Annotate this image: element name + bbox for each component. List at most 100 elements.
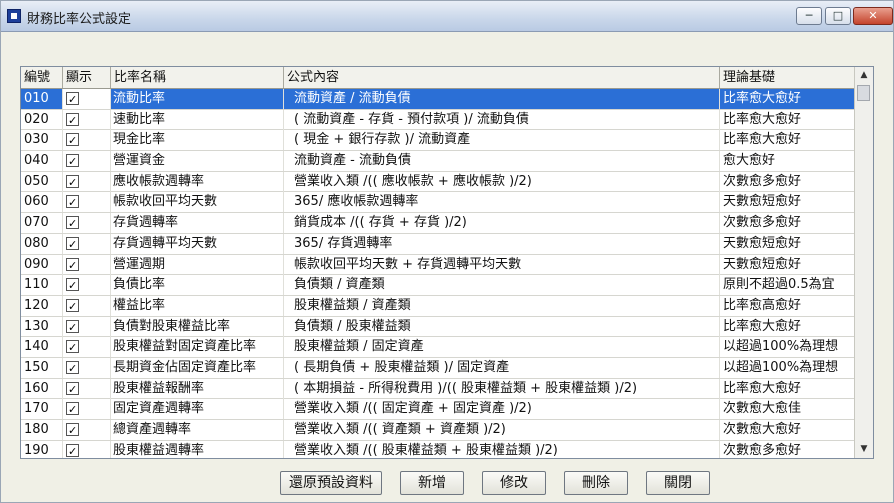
ratio-basis: 天數愈短愈好 [723,194,802,210]
show-checkbox[interactable] [66,90,79,109]
show-checkbox[interactable] [66,276,79,295]
ratio-formula: ( 長期負債 + 股東權益類 )/ 固定資產 [284,357,720,378]
header-formula[interactable]: 公式內容 [284,67,720,88]
title-bar[interactable]: 財務比率公式設定 ─ □ ✕ [1,1,893,32]
ratio-formula: 365/ 應收帳款週轉率 [284,192,720,213]
row-show-cell [63,192,111,213]
ratio-formula: 股東權益類 / 固定資產 [284,337,720,358]
table-row[interactable]: 120 權益比率股東權益類 / 資產類比率愈高愈好 [21,295,855,317]
ratio-name: 存貨週轉平均天數 [111,233,284,254]
ratio-name: 負債對股東權益比率 [111,316,284,337]
show-checkbox[interactable] [66,318,79,337]
row-number: 170 [21,399,63,420]
show-checkbox[interactable] [66,400,79,419]
button-bar: 還原預設資料 新增 修改 刪除 關閉 [1,471,894,497]
header-basis[interactable]: 理論基礎 [720,67,855,88]
show-checkbox[interactable] [66,256,79,275]
show-checkbox[interactable] [66,421,79,440]
row-number: 130 [21,316,63,337]
ratio-name: 存貨週轉率 [111,213,284,234]
ratio-name: 股東權益對固定資產比率 [111,337,284,358]
row-show-cell [63,378,111,399]
show-checkbox[interactable] [66,297,79,316]
table-row[interactable]: 030 現金比率( 現金 + 銀行存款 )/ 流動資產比率愈大愈好 [21,130,855,152]
ratio-name: 流動比率 [111,89,284,109]
ratio-formula: 營業收入類 /(( 股東權益類 + 股東權益類 )/2) [284,440,720,458]
ratio-name: 權益比率 [111,295,284,316]
row-number: 150 [21,357,63,378]
table-row[interactable]: 020 速動比率( 流動資產 - 存貨 - 預付款項 )/ 流動負債比率愈大愈好 [21,109,855,131]
row-show-cell [63,357,111,378]
ratio-basis: 比率愈高愈好 [723,297,802,313]
ratio-name: 股東權益週轉率 [111,440,284,458]
table-row[interactable]: 150 長期資金佔固定資產比率( 長期負債 + 股東權益類 )/ 固定資產以超過1… [21,357,855,379]
header-show[interactable]: 顯示 [63,67,111,88]
maximize-button[interactable]: □ [825,7,851,25]
ratio-basis: 以超過100%為理想 [723,339,839,355]
show-checkbox[interactable] [66,131,79,150]
minimize-button[interactable]: ─ [796,7,822,25]
ratio-formula: 營業收入類 /(( 資產類 + 資產類 )/2) [284,420,720,440]
edit-button[interactable]: 修改 [482,471,546,495]
table-row[interactable]: 060 帳款收回平均天數365/ 應收帳款週轉率天數愈短愈好 [21,192,855,214]
table-row[interactable]: 160 股東權益報酬率( 本期損益 - 所得稅費用 )/(( 股東權益類 + 股東… [21,378,855,400]
ratio-formula: 營業收入類 /(( 固定資產 + 固定資產 )/2) [284,399,720,420]
show-checkbox[interactable] [66,152,79,171]
ratio-formula: 帳款收回平均天數 + 存貨週轉平均天數 [284,254,720,275]
ratio-name: 營運資金 [111,151,284,172]
show-checkbox[interactable] [66,214,79,233]
table-row[interactable]: 070 存貨週轉率銷貨成本 /(( 存貨 + 存貨 )/2)次數愈多愈好 [21,213,855,234]
row-show-cell [63,420,111,440]
table-row[interactable]: 130 負債對股東權益比率負債類 / 股東權益類比率愈大愈好 [21,316,855,338]
row-show-cell [63,440,111,458]
vertical-scrollbar[interactable]: ▲ ▼ [854,67,873,458]
delete-button[interactable]: 刪除 [564,471,628,495]
ratio-basis: 次數愈多愈好 [723,442,802,458]
row-show-cell [63,171,111,192]
table-row[interactable]: 090 營運週期帳款收回平均天數 + 存貨週轉平均天數天數愈短愈好 [21,254,855,276]
show-checkbox[interactable] [66,111,79,130]
row-show-cell [63,233,111,254]
table-row[interactable]: 080 存貨週轉平均天數365/ 存貨週轉率天數愈短愈好 [21,233,855,255]
ratio-name: 長期資金佔固定資產比率 [111,357,284,378]
row-show-cell [63,295,111,316]
ratio-formula: 流動資產 - 流動負債 [284,151,720,172]
ratio-basis: 次數愈多愈好 [723,173,802,189]
show-checkbox[interactable] [66,442,79,458]
header-no[interactable]: 編號 [21,67,63,88]
table-row[interactable]: 140 股東權益對固定資產比率股東權益類 / 固定資產以超過100%為理想 [21,337,855,358]
show-checkbox[interactable] [66,235,79,254]
scroll-down-icon[interactable]: ▼ [856,441,872,457]
header-name[interactable]: 比率名稱 [111,67,284,88]
row-show-cell [63,275,111,296]
show-checkbox[interactable] [66,193,79,212]
close-button[interactable]: 關閉 [646,471,710,495]
show-checkbox[interactable] [66,380,79,399]
show-checkbox[interactable] [66,173,79,192]
row-number: 040 [21,151,63,172]
table-row[interactable]: 040 營運資金流動資產 - 流動負債愈大愈好 [21,151,855,172]
restore-defaults-button[interactable]: 還原預設資料 [280,471,382,495]
ratio-basis: 比率愈大愈好 [720,89,855,109]
ratio-name: 速動比率 [111,109,284,130]
scroll-up-icon[interactable]: ▲ [856,67,872,83]
row-number: 110 [21,275,63,296]
table-row[interactable]: 010 流動比率流動資產 / 流動負債比率愈大愈好 [21,89,855,110]
table-row[interactable]: 180 總資產週轉率營業收入類 /(( 資產類 + 資產類 )/2)次數愈大愈好 [21,420,855,441]
ratio-name: 股東權益報酬率 [111,378,284,399]
ratio-table: 編號 顯示 比率名稱 公式內容 理論基礎 010 流動比率流動資產 / 流動負債比… [20,66,874,459]
table-row[interactable]: 110 負債比率負債類 / 資產類原則不超過0.5為宜 [21,275,855,296]
ratio-formula: 365/ 存貨週轉率 [284,233,720,254]
ratio-formula: 流動資產 / 流動負債 [284,89,720,109]
close-window-button[interactable]: ✕ [853,7,893,25]
table-row[interactable]: 190 股東權益週轉率營業收入類 /(( 股東權益類 + 股東權益類 )/2)次數… [21,440,855,458]
add-button[interactable]: 新增 [400,471,464,495]
ratio-name: 應收帳款週轉率 [111,171,284,192]
row-number: 180 [21,420,63,440]
scroll-thumb[interactable] [857,85,870,101]
table-row[interactable]: 050 應收帳款週轉率營業收入類 /(( 應收帳款 + 應收帳款 )/2)次數愈多… [21,171,855,193]
show-checkbox[interactable] [66,338,79,357]
ratio-formula: 銷貨成本 /(( 存貨 + 存貨 )/2) [284,213,720,234]
show-checkbox[interactable] [66,359,79,378]
table-row[interactable]: 170 固定資產週轉率營業收入類 /(( 固定資產 + 固定資產 )/2)次數愈大… [21,399,855,420]
